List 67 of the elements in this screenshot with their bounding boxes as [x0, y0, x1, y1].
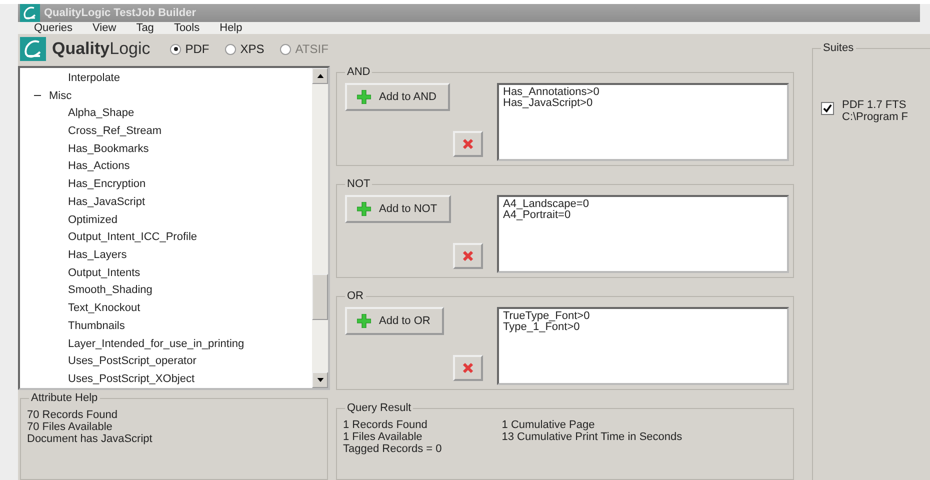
- group-title: AND: [345, 66, 372, 78]
- list-item[interactable]: Has_JavaScript>0: [503, 98, 783, 109]
- tree-item[interactable]: Has_Layers: [20, 246, 312, 264]
- group-title: Suites: [821, 42, 856, 54]
- group-title: Attribute Help: [29, 392, 100, 404]
- list-item[interactable]: Type_1_Font>0: [503, 322, 783, 333]
- tree-item[interactable]: Alpha_Shape: [20, 104, 312, 122]
- tree-item[interactable]: Output_Intent_ICC_Profile: [20, 228, 312, 246]
- menu-item[interactable]: Queries: [34, 22, 73, 34]
- group-title: OR: [345, 290, 366, 302]
- delete-icon: [462, 250, 474, 262]
- delete-icon: [462, 362, 474, 374]
- delete-icon: [462, 138, 474, 150]
- result-text: Tagged Records = 0: [343, 443, 442, 455]
- help-text: 70 Files Available: [27, 421, 114, 433]
- down-arrow-icon: [316, 378, 324, 382]
- help-text: 70 Records Found: [27, 409, 118, 421]
- menu-item[interactable]: Help: [220, 22, 242, 34]
- tree-item[interactable]: Has_Actions: [20, 158, 312, 176]
- scrollbar[interactable]: [312, 68, 328, 388]
- suite-path: C:\Program F: [842, 111, 908, 123]
- list-item[interactable]: Has_Annotations>0: [503, 87, 783, 98]
- delete-button[interactable]: [453, 131, 483, 157]
- tree-item[interactable]: Has_Bookmarks: [20, 140, 312, 158]
- suite-name: PDF 1.7 FTS: [842, 99, 908, 111]
- result-text: 13 Cumulative Print Time in Seconds: [502, 431, 682, 443]
- scroll-thumb[interactable]: [312, 274, 328, 320]
- tree-item[interactable]: Text_Knockout: [20, 299, 312, 318]
- group-title: NOT: [345, 178, 372, 190]
- result-text: 1 Cumulative Page: [502, 419, 596, 431]
- add-button[interactable]: Add to AND: [345, 83, 450, 111]
- group-title: Query Result: [345, 402, 414, 414]
- menu-item[interactable]: Tools: [174, 22, 200, 34]
- up-arrow-icon: [316, 74, 324, 78]
- tree-item[interactable]: Uses_PostScript_operator: [20, 352, 312, 370]
- tree-item[interactable]: Cross_Ref_Stream: [20, 122, 312, 140]
- menu-item[interactable]: View: [92, 22, 116, 34]
- add-button[interactable]: Add to NOT: [345, 195, 452, 223]
- tree-item[interactable]: Layer_Intended_for_use_in_printing: [20, 334, 312, 352]
- result-text: 1 Records Found: [343, 419, 428, 431]
- tree-item[interactable]: Has_JavaScript: [20, 193, 312, 211]
- tree-item[interactable]: Thumbnails: [20, 317, 312, 335]
- format-radio[interactable]: XPS: [225, 42, 264, 56]
- delete-button[interactable]: [453, 355, 483, 381]
- delete-button[interactable]: [453, 243, 483, 269]
- checkbox[interactable]: [821, 102, 834, 115]
- tree-item[interactable]: Smooth_Shading: [20, 282, 312, 300]
- logo-icon: [20, 37, 46, 61]
- plus-icon: [357, 314, 371, 328]
- format-radio[interactable]: PDF: [170, 42, 210, 56]
- menu-item[interactable]: Tag: [136, 22, 154, 34]
- plus-icon: [357, 202, 371, 216]
- logo-text: QualityLogic: [52, 39, 150, 59]
- list-item[interactable]: A4_Landscape=0: [503, 199, 783, 210]
- tree-item[interactable]: Misc: [49, 90, 72, 102]
- help-text: Document has JavaScript: [27, 433, 154, 445]
- tree-item[interactable]: Has_Encryption: [20, 175, 312, 194]
- window-title: QualityLogic TestJob Builder: [44, 6, 196, 19]
- tree-item[interactable]: Output_Intents: [20, 264, 312, 282]
- plus-icon: [357, 90, 371, 104]
- list-item[interactable]: TrueType_Font>0: [503, 311, 783, 322]
- tree-item[interactable]: Optimized: [20, 210, 312, 228]
- add-button[interactable]: Add to OR: [345, 307, 444, 335]
- tree-item[interactable]: Uses_PostScript_XObject: [20, 370, 312, 388]
- list-item[interactable]: A4_Portrait=0: [503, 210, 783, 221]
- tree-item[interactable]: Interpolate: [20, 69, 312, 87]
- result-text: 1 Files Available: [343, 431, 424, 443]
